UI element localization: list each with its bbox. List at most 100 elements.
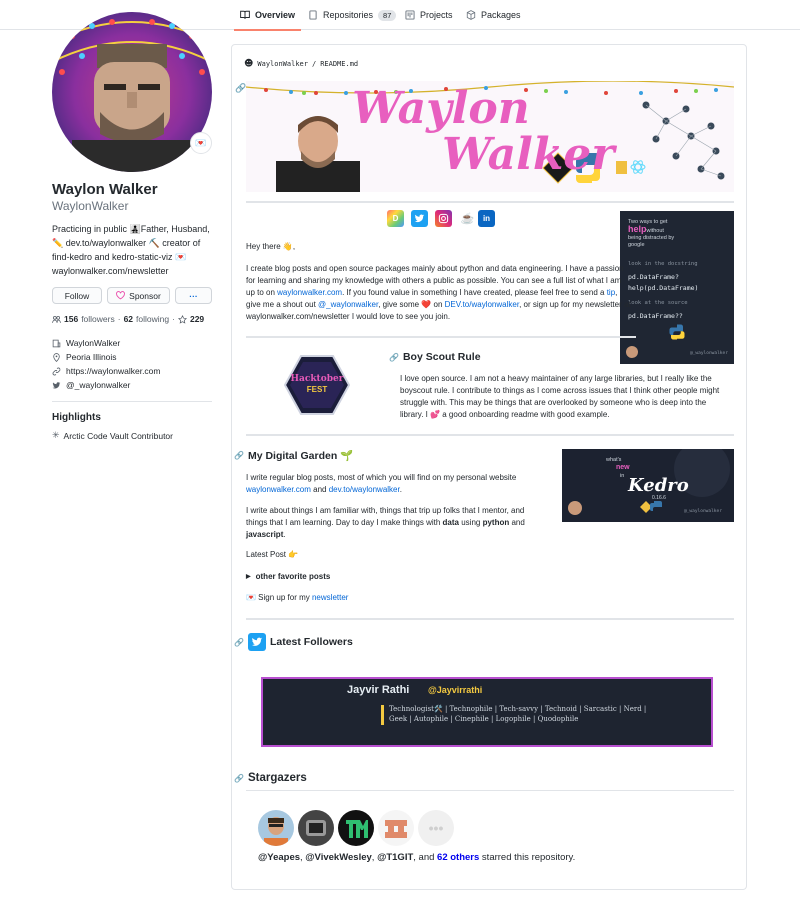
followers-count[interactable]: 156: [64, 314, 78, 324]
help-code-5: pd.DataFrame??: [628, 312, 683, 320]
path-user[interactable]: WaylonWalker: [257, 60, 308, 68]
garden-text: things that I am learning. Day to day I …: [246, 518, 443, 527]
stargazer-text: starred this repository.: [479, 852, 576, 863]
garden-data-bold: data: [442, 518, 459, 527]
author-avatar-small: [626, 346, 638, 358]
stargazer-link[interactable]: @Yeapes: [258, 852, 300, 863]
newsletter-link[interactable]: newsletter: [312, 593, 348, 602]
website-link[interactable]: waylonwalker.com: [277, 288, 342, 297]
garden-line: waylonwalker.com and dev.to/waylonwalker…: [246, 484, 556, 496]
help-card-line: google: [628, 242, 645, 248]
card-handle: @_waylonwalker: [684, 509, 722, 514]
sidebar-divider: [52, 401, 212, 402]
boy-scout-title: Boy Scout Rule: [402, 351, 481, 363]
kebab-icon: ···: [189, 290, 198, 301]
highlight-arctic[interactable]: ✳ Arctic Code Vault Contributor: [52, 430, 173, 441]
sponsor-button-label: Sponsor: [129, 290, 161, 301]
newsletter-line: 💌 Sign up for my newsletter: [246, 592, 348, 604]
follow-stats: 156 followers · 62 following · 229: [52, 314, 204, 324]
repositories-count: 87: [378, 9, 397, 21]
tip-link[interactable]: tip: [607, 288, 615, 297]
follower-name: Jayvir Rathi: [347, 684, 410, 696]
linkedin-icon[interactable]: in: [478, 210, 495, 227]
boy-scout-paragraph: I love open source. I am not a heavy mai…: [400, 373, 740, 421]
hacktoberfest-badge[interactable]: Hacktober FEST: [283, 354, 351, 416]
more-stargazers-icon[interactable]: •••: [418, 810, 454, 846]
more-options-button[interactable]: ···: [175, 287, 212, 304]
heart-icon: [116, 291, 126, 300]
bio-line: ✏️ dev.to/waylonwalker ⛏️ creator of: [52, 238, 201, 248]
latest-post-link[interactable]: Latest Post 👉: [246, 549, 298, 561]
quote-bar: [381, 705, 384, 725]
smiley-icon: ☻: [244, 59, 254, 69]
divider: [246, 201, 734, 203]
avatar[interactable]: [52, 12, 212, 172]
digital-garden-heading: 🔗 My Digital Garden 🌱: [234, 449, 353, 462]
package-icon: [466, 10, 476, 20]
instagram-icon[interactable]: [435, 210, 452, 227]
kedro-card-line1: what's: [606, 457, 622, 463]
stargazer-avatar[interactable]: [258, 810, 294, 846]
stargazer-avatar[interactable]: [378, 810, 414, 846]
following-count[interactable]: 62: [124, 314, 133, 324]
scout-line: library. I 💕 a good onboarding readme wi…: [400, 410, 610, 419]
stars-count[interactable]: 229: [190, 314, 204, 324]
vcard-twitter[interactable]: @_waylonwalker: [52, 380, 130, 390]
tab-repositories[interactable]: Repositories 87: [308, 0, 397, 30]
twitter-icon[interactable]: [411, 210, 428, 227]
tab-projects-label: Projects: [420, 10, 453, 20]
help-tips-card[interactable]: Two ways to get helpwithout being distra…: [620, 211, 734, 364]
anchor-link-icon[interactable]: 🔗: [234, 774, 244, 783]
stargazer-others-link[interactable]: 62 others: [437, 852, 479, 863]
help-code-3: help(pd.DataFrame): [628, 284, 699, 292]
anchor-link-icon[interactable]: 🔗: [234, 638, 244, 647]
followers-label[interactable]: followers: [81, 314, 115, 324]
help-code-1: look in the docstring: [628, 261, 698, 267]
twitter-link[interactable]: @_waylonwalker: [318, 300, 378, 309]
kedro-card[interactable]: what's new in Kedro 0.16.6 @_waylonwalke…: [562, 449, 734, 522]
follow-button[interactable]: Follow: [52, 287, 102, 304]
website-link[interactable]: https://waylonwalker.com: [66, 366, 160, 376]
tab-overview[interactable]: Overview: [233, 0, 302, 31]
intro-line: waylonwalker.com/newsletter I would love…: [246, 312, 451, 321]
kedro-card-title: Kedro: [628, 475, 689, 496]
book-icon: [240, 10, 250, 19]
garden-line: I write about things I am familiar with,…: [246, 506, 525, 515]
divider: [246, 434, 734, 436]
profile-login: WaylonWalker: [52, 199, 129, 213]
website-link[interactable]: waylonwalker.com: [246, 485, 311, 494]
status-emoji[interactable]: 💌: [190, 132, 212, 154]
anchor-link-icon[interactable]: 🔗: [235, 83, 246, 94]
following-label[interactable]: following: [136, 314, 169, 324]
path-file[interactable]: README.md: [320, 60, 358, 68]
garden-line: javascript.: [246, 529, 556, 541]
kedro-card-line3: in: [620, 473, 625, 479]
tab-repositories-label: Repositories: [323, 10, 374, 20]
vcard-location: Peoria Illinois: [52, 352, 117, 362]
sponsor-button[interactable]: Sponsor: [107, 287, 170, 304]
stargazer-avatar[interactable]: [338, 810, 374, 846]
stargazer-link[interactable]: @T1GIT: [377, 852, 413, 863]
follower-bio: Technologist🛠️ | Technophile | Tech-savv…: [389, 704, 646, 724]
follower-card[interactable]: Jayvir Rathi @Jayvirrathi Technologist🛠️…: [261, 677, 713, 747]
kedro-card-line2: new: [616, 464, 630, 471]
tab-packages[interactable]: Packages: [466, 0, 521, 30]
other-posts-toggle[interactable]: ▶ other favorite posts: [246, 571, 330, 583]
stargazer-avatar[interactable]: [298, 810, 334, 846]
dev-to-icon[interactable]: D: [387, 210, 404, 227]
other-posts-label: other favorite posts: [255, 572, 331, 581]
anchor-link-icon[interactable]: 🔗: [389, 353, 399, 362]
organization-icon: [52, 339, 61, 347]
tab-projects[interactable]: Projects: [405, 0, 453, 30]
intro-text: , or sign up for my newsletter at: [519, 300, 631, 309]
vcard-website[interactable]: https://waylonwalker.com: [52, 366, 160, 376]
devto-link[interactable]: dev.to/waylonwalker: [329, 485, 400, 494]
stargazer-link[interactable]: @VivekWesley: [305, 852, 372, 863]
twitter-handle[interactable]: @_waylonwalker: [66, 380, 130, 390]
devto-link[interactable]: DEV.to/waylonwalker: [445, 300, 519, 309]
project-icon: [405, 10, 415, 20]
coffee-icon[interactable]: ☕: [459, 210, 476, 227]
follower-bio-line: Geek | Autophile | Cinephile | Logophile…: [389, 715, 579, 723]
help-card-line: without: [646, 228, 664, 234]
anchor-link-icon[interactable]: 🔗: [234, 451, 244, 460]
